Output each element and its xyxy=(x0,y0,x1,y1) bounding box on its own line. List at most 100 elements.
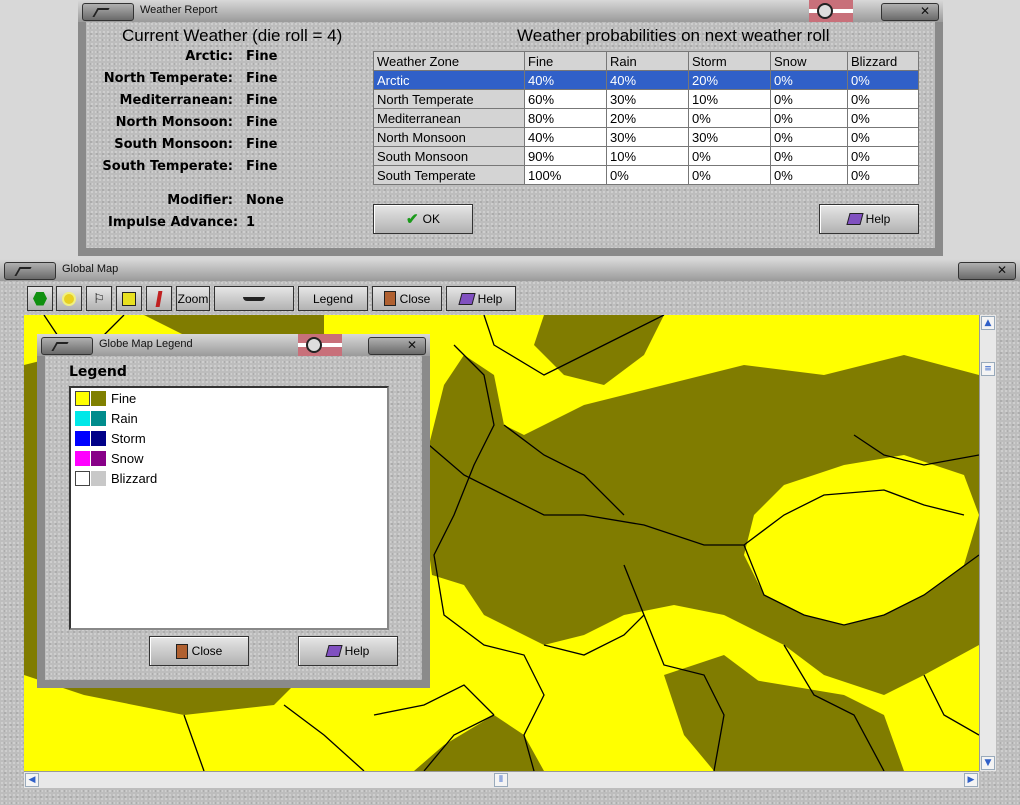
map-help-button[interactable]: Help xyxy=(446,286,516,311)
zone-value: Fine xyxy=(246,49,278,64)
close-label: Close xyxy=(399,291,431,306)
close-window-button[interactable]: ✕ xyxy=(881,3,939,21)
flag-icon: ⚐ xyxy=(93,290,105,306)
door-icon xyxy=(175,643,188,659)
prob-cell: 60% xyxy=(524,89,607,109)
window-menu-icon xyxy=(14,267,32,276)
prob-cell: 100% xyxy=(524,165,607,185)
paint-tool-button[interactable] xyxy=(146,286,172,311)
brush-icon xyxy=(155,290,163,307)
global-map-titlebar[interactable]: Global Map ✕ xyxy=(0,259,1020,282)
weather-report-body: Current Weather (die roll = 4) Weather p… xyxy=(78,22,943,256)
prob-cell: 40% xyxy=(606,70,689,90)
legend-titlebar[interactable]: Globe Map Legend ✕ xyxy=(37,334,430,357)
table-row[interactable]: South Temperate 100% 0% 0% 0% 0% xyxy=(373,165,919,185)
map-close-button[interactable]: Close xyxy=(372,286,442,311)
zoom-label: Zoom xyxy=(177,291,209,306)
scroll-down-icon[interactable]: ▼ xyxy=(981,756,995,770)
scroll-thumb-horizontal[interactable]: ⦀ xyxy=(494,773,508,787)
storm-swatch-dark xyxy=(91,431,106,446)
legend-body: Legend Fine Rain Storm Snow Blizzard Clo… xyxy=(37,356,430,688)
zone-cell: North Monsoon xyxy=(373,127,525,147)
current-weather-heading: Current Weather (die roll = 4) xyxy=(122,26,343,45)
weather-report-titlebar[interactable]: Weather Report ✕ xyxy=(78,0,943,23)
map-vertical-scrollbar[interactable]: ▲ ≡ ▼ xyxy=(979,315,996,771)
prob-cell: 0% xyxy=(847,146,919,166)
close-window-button[interactable]: ✕ xyxy=(958,262,1016,280)
prob-cell: 0% xyxy=(770,108,848,128)
rain-swatch-light xyxy=(75,411,90,426)
table-row[interactable]: South Monsoon 90% 10% 0% 0% 0% xyxy=(373,146,919,166)
help-label: Help xyxy=(477,291,503,306)
zone-cell: Arctic xyxy=(373,70,525,90)
weather-probability-table: Weather Zone Fine Rain Storm Snow Blizza… xyxy=(373,51,919,185)
fine-swatch-dark xyxy=(91,391,106,406)
table-row[interactable]: North Monsoon 40% 30% 30% 0% 0% xyxy=(373,127,919,147)
scroll-right-icon[interactable]: ▶ xyxy=(964,773,978,787)
zoom-button[interactable]: Zoom xyxy=(176,286,210,311)
zone-label: Mediterranean: xyxy=(119,93,233,108)
prob-cell: 0% xyxy=(688,165,771,185)
prob-cell: 0% xyxy=(847,165,919,185)
table-row[interactable]: Mediterranean 80% 20% 0% 0% 0% xyxy=(373,108,919,128)
legend-help-button[interactable]: Help xyxy=(298,636,398,666)
probabilities-heading: Weather probabilities on next weather ro… xyxy=(517,26,830,45)
prob-cell: 40% xyxy=(524,127,607,147)
legend-heading: Legend xyxy=(69,364,127,380)
ship-icon xyxy=(243,296,265,301)
floppy-icon xyxy=(122,291,136,306)
door-icon xyxy=(383,291,396,306)
flag-tool-button[interactable]: ⚐ xyxy=(86,286,112,311)
window-title: Globe Map Legend xyxy=(99,338,193,350)
zone-cell: North Temperate xyxy=(373,89,525,109)
legend-button[interactable]: Legend xyxy=(298,286,368,311)
zone-label: Arctic: xyxy=(185,49,233,64)
close-icon: ✕ xyxy=(919,4,930,18)
hex-tool-button[interactable] xyxy=(27,286,53,311)
legend-item-label: Storm xyxy=(111,431,146,446)
close-window-button[interactable]: ✕ xyxy=(368,337,426,355)
window-menu-icon xyxy=(92,8,110,17)
zone-value: Fine xyxy=(246,71,278,86)
legend-close-button[interactable]: Close xyxy=(149,636,249,666)
help-book-icon xyxy=(458,292,476,305)
german-flag-icon xyxy=(298,334,342,356)
table-row[interactable]: Arctic 40% 40% 20% 0% 0% xyxy=(373,70,919,90)
snow-swatch-dark xyxy=(91,451,106,466)
help-label: Help xyxy=(344,644,370,658)
checkmark-icon: ✔ xyxy=(406,211,419,228)
storm-swatch-light xyxy=(75,431,90,446)
legend-label: Legend xyxy=(312,291,354,306)
legend-list: Fine Rain Storm Snow Blizzard xyxy=(69,386,389,630)
weather-tool-button[interactable] xyxy=(56,286,82,311)
column-header: Weather Zone xyxy=(373,51,525,71)
ok-button[interactable]: ✔ OK xyxy=(373,204,473,234)
help-button[interactable]: Help xyxy=(819,204,919,234)
table-row[interactable]: North Temperate 60% 30% 10% 0% 0% xyxy=(373,89,919,109)
blizzard-swatch-dark xyxy=(91,471,106,486)
scroll-thumb-vertical[interactable]: ≡ xyxy=(981,362,995,376)
prob-cell: 10% xyxy=(606,146,689,166)
rain-swatch-dark xyxy=(91,411,106,426)
impulse-value: 1 xyxy=(246,215,256,230)
prob-cell: 30% xyxy=(606,127,689,147)
impulse-label: Impulse Advance: xyxy=(108,215,239,230)
window-menu-button[interactable] xyxy=(41,337,93,355)
legend-window: Globe Map Legend ✕ Legend Fine Rain Stor… xyxy=(37,334,430,688)
window-menu-button[interactable] xyxy=(82,3,134,21)
window-menu-button[interactable] xyxy=(4,262,56,280)
save-tool-button[interactable] xyxy=(116,286,142,311)
prob-cell: 10% xyxy=(688,89,771,109)
scroll-left-icon[interactable]: ◀ xyxy=(25,773,39,787)
prob-cell: 0% xyxy=(770,89,848,109)
prob-cell: 80% xyxy=(524,108,607,128)
close-label: Close xyxy=(191,644,223,658)
scroll-up-icon[interactable]: ▲ xyxy=(981,316,995,330)
column-header: Snow xyxy=(770,51,848,71)
ship-tool-button[interactable] xyxy=(214,286,294,311)
zone-label: North Monsoon: xyxy=(115,115,233,130)
map-horizontal-scrollbar[interactable]: ◀ ⦀ ▶ xyxy=(24,771,979,788)
zone-label: South Temperate: xyxy=(102,159,233,174)
zone-cell: Mediterranean xyxy=(373,108,525,128)
prob-cell: 0% xyxy=(847,89,919,109)
